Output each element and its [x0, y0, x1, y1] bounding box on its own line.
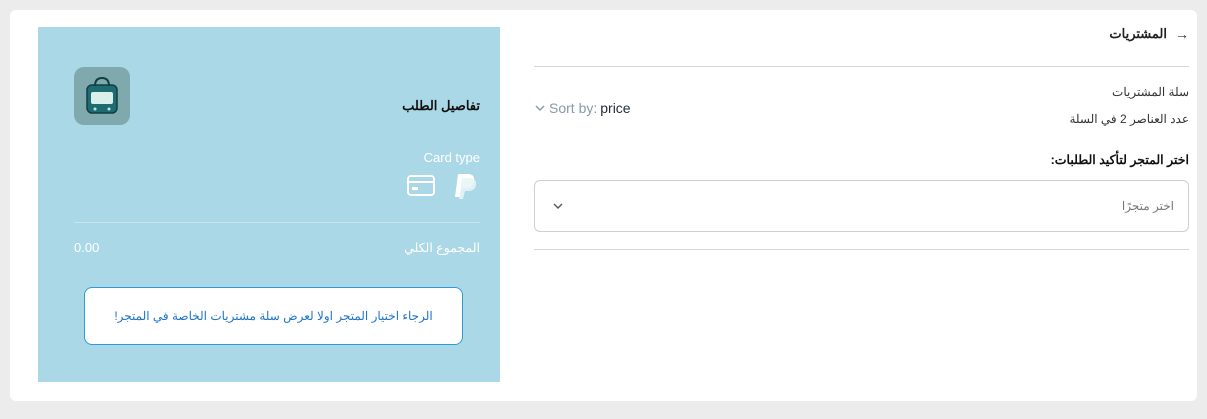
paypal-icon[interactable] — [450, 170, 480, 205]
credit-card-icon[interactable] — [406, 170, 436, 205]
store-select[interactable]: اختر متجرًا — [534, 180, 1189, 232]
header-title: المشتريات — [1109, 26, 1167, 41]
cart-title: سلة المشتريات — [1112, 85, 1189, 99]
total-value: 0.00 — [74, 240, 100, 255]
sort-control[interactable]: Sort by: price — [534, 100, 631, 116]
select-store-notice: الرجاء اختيار المتجر اولا لعرض سلة مشتري… — [84, 287, 463, 345]
header-divider — [534, 66, 1189, 67]
main-card: → المشتريات سلة المشتريات عدد العناصر 2 … — [10, 10, 1197, 401]
payment-methods — [406, 170, 480, 205]
choose-store-label: اختر المتجر لتأكيد الطلبات: — [1050, 153, 1189, 167]
section-divider — [534, 249, 1189, 250]
store-select-placeholder: اختر متجرًا — [1121, 199, 1174, 213]
panel-divider — [74, 222, 480, 223]
shopping-bag-icon — [86, 76, 118, 114]
store-logo — [74, 67, 130, 125]
chevron-down-icon — [553, 203, 563, 209]
back-arrow-icon[interactable]: → — [1175, 26, 1189, 42]
order-details-panel: تفاصيل الطلب Card type المجموع الكلي 0.0… — [38, 27, 500, 382]
total-label: المجموع الكلي — [404, 241, 480, 255]
sort-prefix: Sort by: — [549, 100, 598, 116]
cart-items-count: عدد العناصر 2 في السلة — [1069, 112, 1189, 126]
cart-section: → المشتريات سلة المشتريات عدد العناصر 2 … — [534, 10, 1189, 250]
card-type-label: Card type — [423, 150, 480, 165]
cart-header: → المشتريات — [534, 24, 1189, 44]
chevron-down-icon — [535, 105, 545, 111]
order-details-title: تفاصيل الطلب — [402, 98, 480, 113]
sort-value: price — [600, 100, 631, 116]
